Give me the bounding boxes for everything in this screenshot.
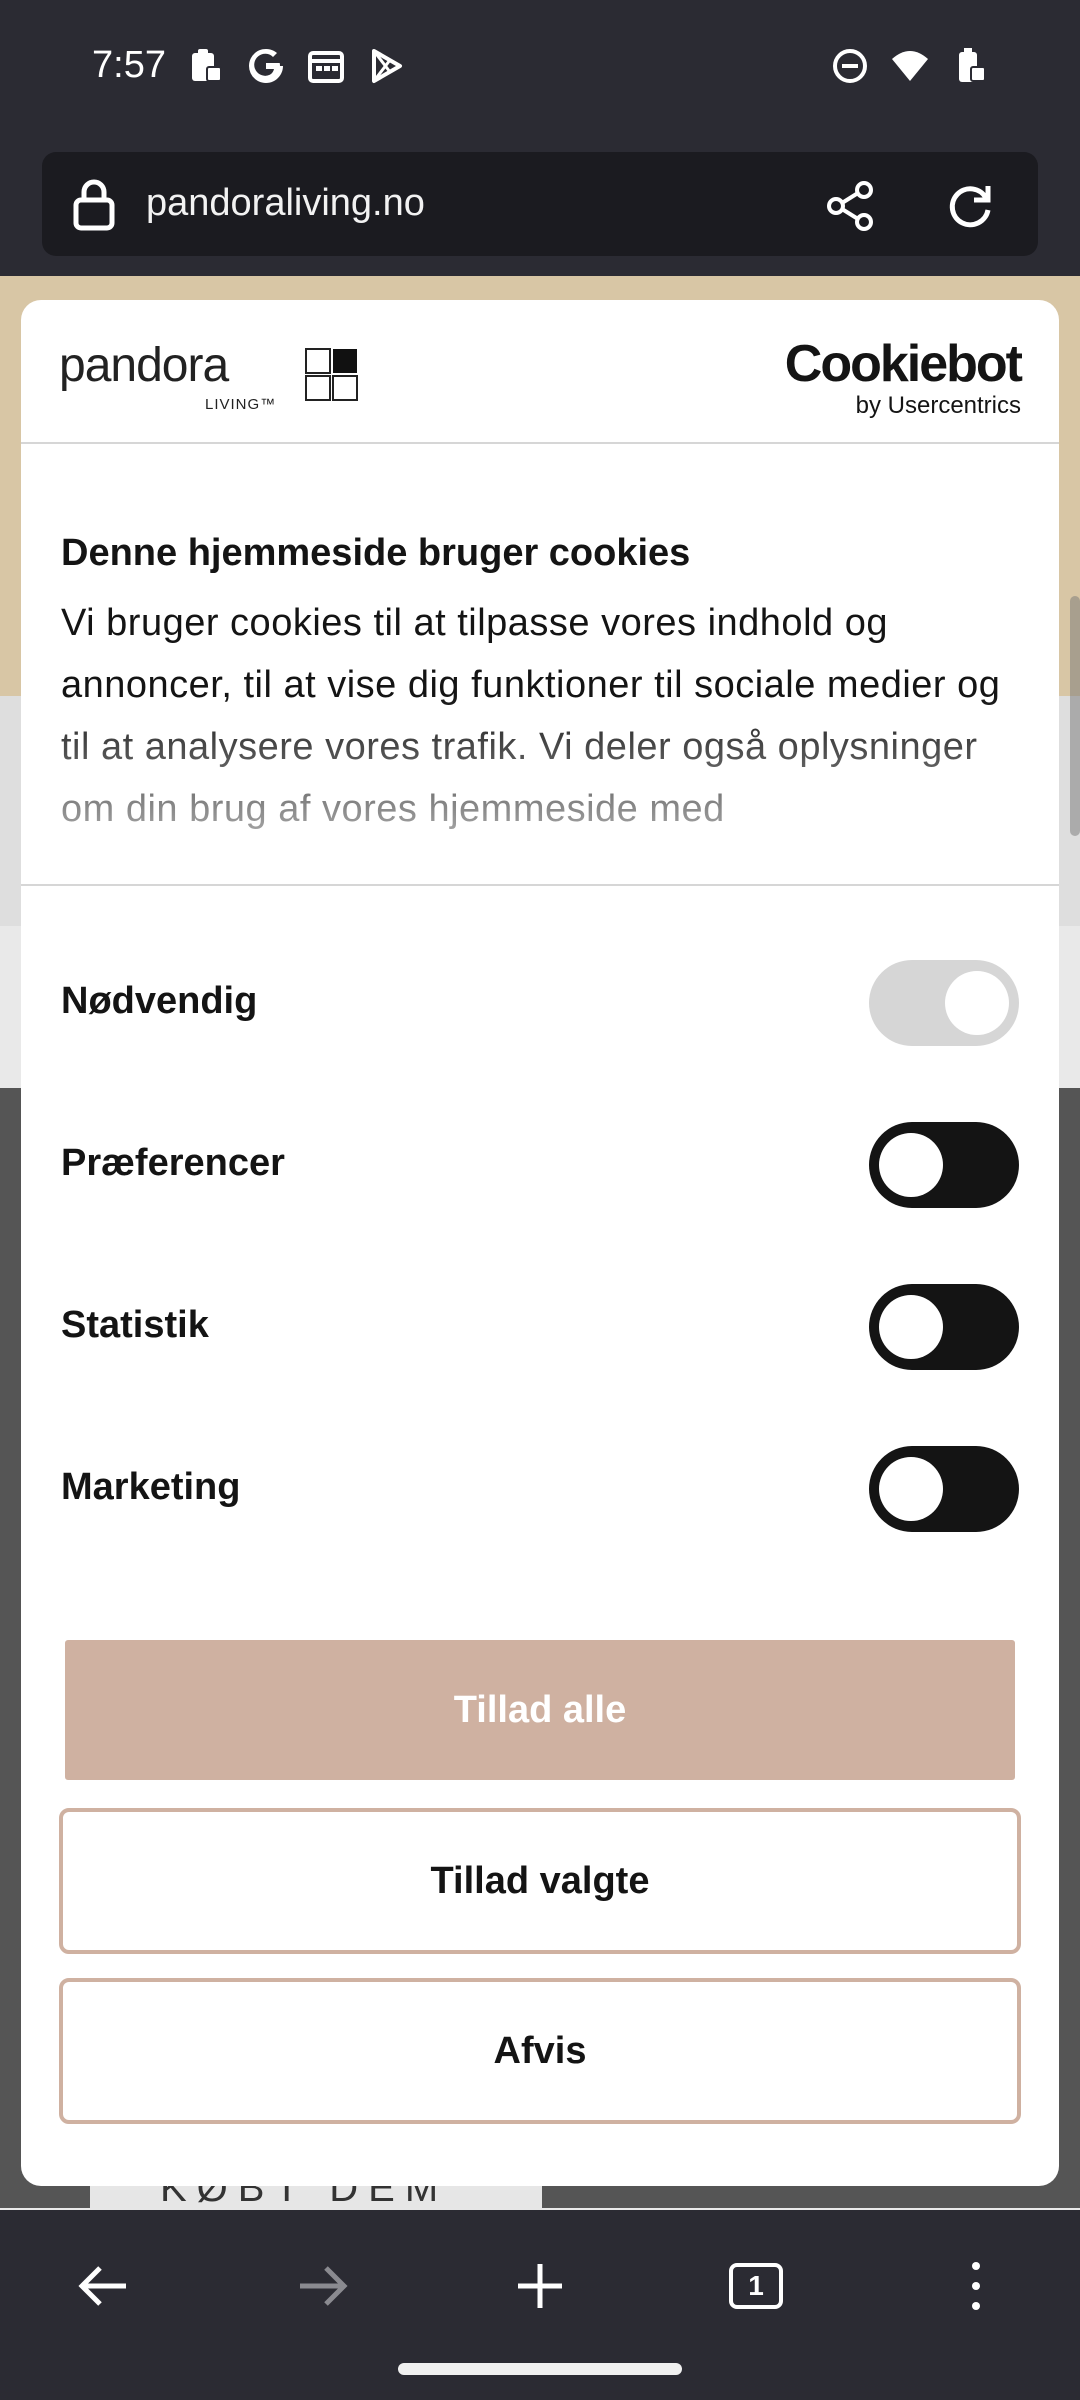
play-store-icon: [366, 46, 406, 86]
toggle-row-necessary: Nødvendig: [61, 960, 1019, 1050]
toggle-necessary: [869, 960, 1019, 1046]
toggle-row-statistics: Statistik: [61, 1284, 1019, 1374]
toggle-label-necessary: Nødvendig: [61, 980, 258, 1022]
home-indicator[interactable]: [398, 2363, 682, 2375]
google-icon: [246, 46, 286, 86]
url-text[interactable]: pandoraliving.no: [146, 182, 425, 225]
forward-icon[interactable]: [282, 2246, 362, 2326]
toggle-preferences[interactable]: [869, 1122, 1019, 1208]
allow-selected-button[interactable]: Tillad valgte: [59, 1808, 1021, 1954]
logo-squares-icon: [305, 348, 358, 401]
share-icon[interactable]: [822, 178, 878, 234]
toggle-row-marketing: Marketing: [61, 1446, 1019, 1536]
menu-icon[interactable]: [936, 2246, 1016, 2326]
address-bar[interactable]: pandoraliving.no: [42, 152, 1038, 256]
toggle-label-marketing: Marketing: [61, 1466, 241, 1508]
tab-count: 1: [748, 2270, 764, 2301]
tabs-icon[interactable]: 1: [716, 2246, 796, 2326]
toggle-row-preferences: Præferencer: [61, 1122, 1019, 1212]
battery-saver-icon: [950, 46, 990, 86]
clipboard-lock-icon: [186, 46, 226, 86]
allow-all-button[interactable]: Tillad alle: [65, 1640, 1015, 1780]
consent-title: Denne hjemmeside bruger cookies: [61, 532, 691, 574]
do-not-disturb-icon: [830, 46, 870, 86]
lock-icon[interactable]: [70, 178, 118, 232]
pandora-logo: pandora LIVING™: [59, 342, 358, 413]
calendar-icon: [306, 46, 346, 86]
text-fade-overlay: [21, 696, 1059, 884]
toggle-marketing[interactable]: [869, 1446, 1019, 1532]
system-icons: [830, 46, 990, 86]
status-time: 7:57: [92, 44, 166, 86]
new-tab-icon[interactable]: [500, 2246, 580, 2326]
notification-icons: [186, 46, 406, 86]
dialog-header: pandora LIVING™ Cookiebot by Usercentric…: [21, 300, 1059, 444]
toggle-statistics[interactable]: [869, 1284, 1019, 1370]
consent-text-section[interactable]: Denne hjemmeside bruger cookies Vi bruge…: [21, 446, 1059, 886]
cookiebot-logo[interactable]: Cookiebot by Usercentrics: [785, 338, 1023, 420]
toggle-label-preferences: Præferencer: [61, 1142, 285, 1184]
wifi-icon: [890, 46, 930, 86]
toggle-label-statistics: Statistik: [61, 1304, 209, 1346]
back-icon[interactable]: [64, 2246, 144, 2326]
cookie-consent-dialog: pandora LIVING™ Cookiebot by Usercentric…: [21, 300, 1059, 2186]
reload-icon[interactable]: [942, 178, 998, 234]
page-scrollbar[interactable]: [1070, 596, 1080, 836]
status-bar: 7:57: [0, 0, 1080, 136]
reject-button[interactable]: Afvis: [59, 1978, 1021, 2124]
